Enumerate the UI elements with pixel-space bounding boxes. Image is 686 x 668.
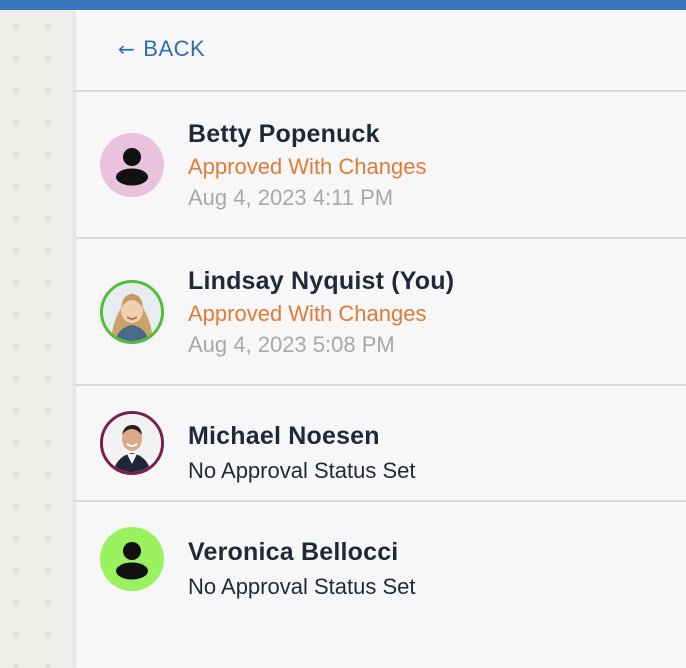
reviewers-panel: ← BACK Betty Popenuck Approved With Chan…: [76, 10, 686, 668]
avatar: [100, 133, 164, 197]
status-timestamp: Aug 4, 2023 5:08 PM: [188, 332, 395, 357]
background-pattern: [0, 10, 76, 668]
status-timestamp: Aug 4, 2023 4:11 PM: [188, 185, 394, 210]
reviewer-name: Michael Noesen: [188, 422, 380, 450]
reviewer-row: Lindsay Nyquist (You) Approved With Chan…: [76, 239, 686, 384]
approval-status: No Approval Status Set: [188, 458, 416, 483]
user-photo-icon: [103, 414, 161, 472]
avatar: [100, 527, 164, 591]
approval-status: Approved With Changes: [188, 154, 427, 179]
reviewer-name: Betty Popenuck: [188, 120, 380, 148]
avatar: [100, 411, 164, 475]
avatar: [100, 280, 164, 344]
top-accent-bar: [0, 0, 686, 10]
person-placeholder-icon: [116, 542, 148, 580]
reviewer-row: Veronica Bellocci No Approval Status Set: [76, 502, 686, 616]
person-placeholder-icon: [116, 148, 148, 186]
reviewer-row: Michael Noesen No Approval Status Set: [76, 386, 686, 500]
approval-status: No Approval Status Set: [188, 574, 416, 599]
reviewer-name: Veronica Bellocci: [188, 538, 399, 566]
reviewer-name: Lindsay Nyquist (You): [188, 267, 455, 295]
reviewer-row: Betty Popenuck Approved With Changes Aug…: [76, 92, 686, 238]
approval-status: Approved With Changes: [188, 301, 427, 326]
back-label: BACK: [143, 36, 206, 61]
user-photo-icon: [103, 283, 161, 341]
back-button[interactable]: ← BACK: [118, 36, 205, 62]
back-arrow-icon: ←: [118, 37, 136, 61]
